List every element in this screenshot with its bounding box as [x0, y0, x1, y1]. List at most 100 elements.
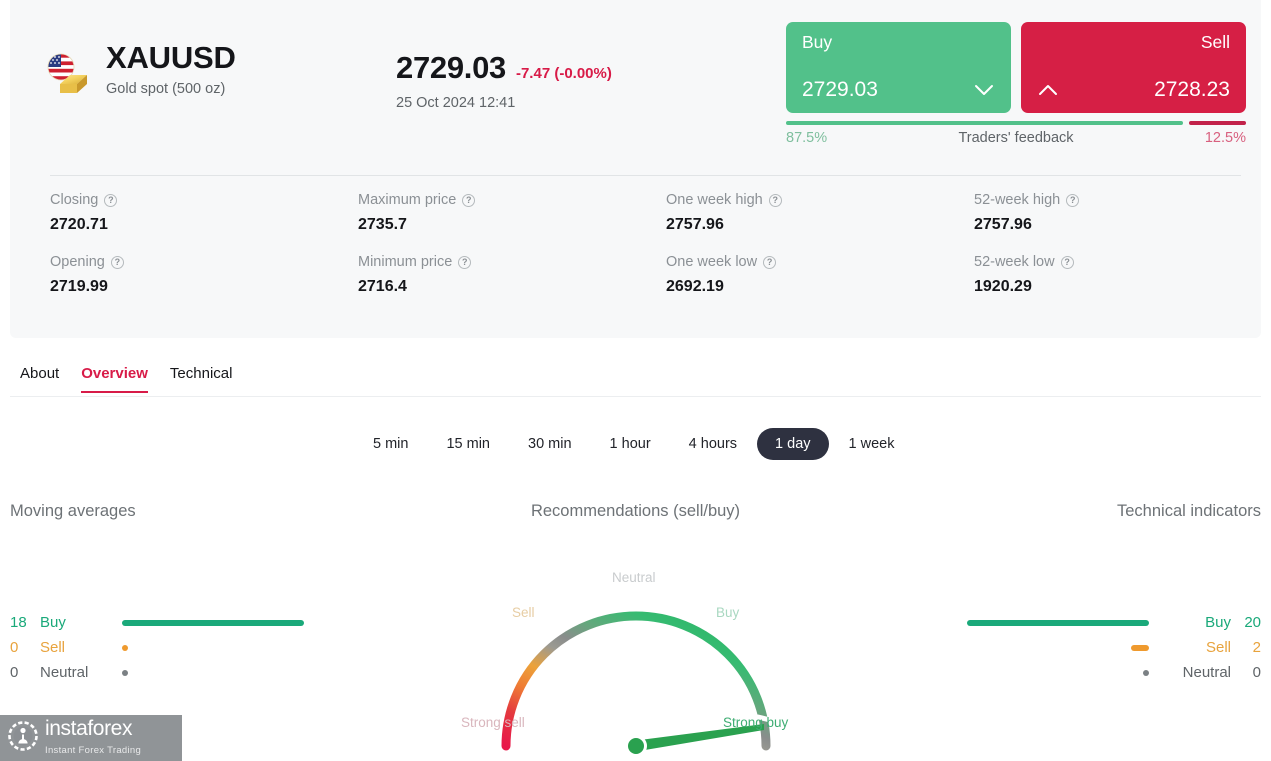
feedback-sell-bar — [1189, 121, 1246, 125]
ma-bar — [122, 669, 128, 676]
stat-label-text: One week low — [666, 254, 758, 270]
stat-cell: 52-week low? 1920.29 — [974, 254, 1271, 296]
ti-row: Buy 20 — [941, 610, 1261, 635]
sell-label: Sell — [1200, 32, 1230, 52]
stat-label-text: Minimum price — [358, 254, 453, 270]
stat-label: One week high? — [666, 192, 974, 208]
price-change: -7.47 (-0.00%) — [515, 65, 612, 82]
stat-label: One week low? — [666, 254, 974, 270]
stat-value: 1920.29 — [974, 278, 1032, 295]
sell-price: 2728.23 — [1154, 78, 1230, 101]
stat-label: Maximum price? — [358, 192, 666, 208]
stat-value: 2757.96 — [974, 216, 1032, 233]
ma-name: Sell — [40, 639, 66, 656]
ma-count: 0 — [10, 664, 19, 681]
stat-cell: Opening? 2719.99 — [50, 254, 358, 296]
ti-name: Sell — [1205, 639, 1231, 656]
ti-count: 20 — [1244, 614, 1261, 631]
ti-row: Neutral 0 — [941, 660, 1261, 685]
ma-count: 0 — [10, 639, 19, 656]
stat-cell: 52-week high? 2757.96 — [974, 192, 1271, 234]
traders-feedback-bar — [786, 121, 1246, 125]
ti-bar-area — [941, 619, 1149, 626]
price-block: 2729.03 -7.47 (-0.00%) 25 Oct 2024 12:41 — [396, 50, 612, 111]
timeframe-5-min[interactable]: 5 min — [355, 428, 426, 460]
stat-cell: One week high? 2757.96 — [666, 192, 974, 234]
stat-label-text: One week high — [666, 192, 763, 208]
tabs-rule — [10, 396, 1261, 397]
instrument-identity: XAUUSD Gold spot (500 oz) — [40, 40, 236, 100]
gauge-label-strong-sell: Strong sell — [461, 715, 525, 730]
feedback-title: Traders' feedback — [958, 130, 1074, 146]
stat-label: Opening? — [50, 254, 358, 270]
stat-label-text: 52-week low — [974, 254, 1055, 270]
instrument-symbol: XAUUSD — [106, 40, 236, 75]
info-icon[interactable]: ? — [458, 255, 472, 269]
gauge-label-buy: Buy — [716, 605, 740, 620]
instrument-description: Gold spot (500 oz) — [106, 81, 226, 97]
header-divider — [50, 175, 1241, 176]
technical-indicators-chart: Buy 20 Sell 2 Neutral 0 — [941, 610, 1261, 685]
instrument-header-card: XAUUSD Gold spot (500 oz) 2729.03 -7.47 … — [10, 0, 1261, 338]
price-timestamp: 25 Oct 2024 12:41 — [396, 95, 516, 111]
watermark-brand: instaforex — [45, 716, 133, 740]
tab-overview[interactable]: Overview — [81, 365, 148, 393]
timeframe-15-min[interactable]: 15 min — [428, 428, 508, 460]
stat-label: 52-week high? — [974, 192, 1271, 208]
info-icon[interactable]: ? — [110, 255, 124, 269]
info-icon[interactable]: ? — [768, 193, 782, 207]
info-icon[interactable]: ? — [763, 255, 777, 269]
timeframe-4-hours[interactable]: 4 hours — [671, 428, 755, 460]
ma-bar-area — [122, 669, 330, 676]
ti-name: Buy — [1205, 614, 1231, 631]
ti-row: Sell 2 — [941, 635, 1261, 660]
us-flag-gold-bar-icon — [40, 48, 92, 100]
instaforex-watermark: instaforex Instant Forex Trading — [0, 715, 182, 761]
stats-grid: Closing? 2720.71 Maximum price? 2735.7 One w… — [50, 192, 1245, 296]
stat-label-text: Maximum price — [358, 192, 457, 208]
chevron-down-icon — [973, 83, 995, 97]
technical-indicators-title: Technical indicators — [1117, 502, 1261, 520]
timeframe-1-week[interactable]: 1 week — [831, 428, 913, 460]
moving-averages-chart: 18 Buy 0 Sell 0 Neutral — [10, 610, 330, 685]
tab-technical[interactable]: Technical — [170, 365, 233, 393]
stat-value: 2735.7 — [358, 216, 407, 233]
trade-panel: Buy 2729.03 Sell 2728.23 87.5% Traders' … — [786, 22, 1246, 146]
recommendations-gauge: Strong sell Sell Neutral Buy Strong buy — [420, 525, 852, 761]
section-tabs: About Overview Technical — [20, 365, 232, 393]
ma-bar-area — [122, 619, 330, 626]
info-icon[interactable]: ? — [1060, 255, 1074, 269]
ti-bar-area — [941, 669, 1149, 676]
ma-bar — [122, 644, 128, 651]
watermark-tagline: Instant Forex Trading — [45, 744, 142, 756]
ti-count: 2 — [1252, 639, 1261, 656]
stat-label: Closing? — [50, 192, 358, 208]
buy-price: 2729.03 — [802, 78, 878, 101]
stat-value: 2720.71 — [50, 216, 108, 233]
sell-button[interactable]: Sell 2728.23 — [1021, 22, 1246, 113]
info-icon[interactable]: ? — [462, 193, 476, 207]
timeframe-selector: 5 min 15 min 30 min 1 hour 4 hours 1 day 1 wee… — [355, 428, 912, 460]
stat-cell: Minimum price? 2716.4 — [358, 254, 666, 296]
instaforex-logo-icon — [8, 720, 38, 756]
info-icon[interactable]: ? — [104, 193, 118, 207]
buy-button[interactable]: Buy 2729.03 — [786, 22, 1011, 113]
buy-label: Buy — [802, 32, 833, 52]
ma-row: 18 Buy — [10, 610, 330, 635]
ti-name: Neutral — [1182, 664, 1231, 681]
stat-value: 2692.19 — [666, 278, 724, 295]
stat-label: 52-week low? — [974, 254, 1271, 270]
stat-label: Minimum price? — [358, 254, 666, 270]
ma-name: Buy — [40, 614, 66, 631]
stat-label-text: Closing — [50, 192, 99, 208]
info-icon[interactable]: ? — [1066, 193, 1080, 207]
stat-value: 2757.96 — [666, 216, 724, 233]
timeframe-30-min[interactable]: 30 min — [510, 428, 590, 460]
ma-name: Neutral — [40, 664, 89, 681]
timeframe-1-hour[interactable]: 1 hour — [592, 428, 669, 460]
tab-about[interactable]: About — [20, 365, 59, 393]
ma-count: 18 — [10, 614, 27, 631]
stat-value: 2719.99 — [50, 278, 108, 295]
timeframe-1-day[interactable]: 1 day — [757, 428, 829, 460]
gauge-label-neutral: Neutral — [612, 570, 656, 585]
